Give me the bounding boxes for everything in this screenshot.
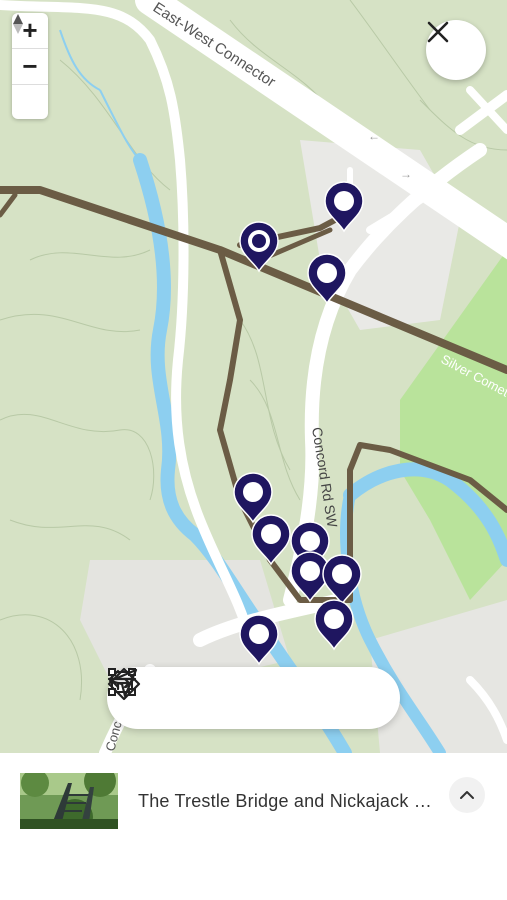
zoom-out-button[interactable]: − [12,49,48,84]
chevron-up-icon [460,791,474,799]
navigate-button[interactable] [108,668,274,719]
directions-button[interactable] [107,667,329,719]
map-toolbar [107,667,400,729]
close-x-icon [427,21,449,43]
compass-north-icon[interactable] [12,14,48,120]
arrow-right-icon [107,669,136,689]
select-area-button[interactable] [108,668,220,719]
map-view[interactable]: East-West Connector Concord Rd SW Concor… [0,0,507,753]
expand-sheet-button[interactable] [449,777,485,813]
trail-thumbnail-image[interactable] [20,773,118,829]
road-direction-arrow: → [400,167,412,181]
zoom-controls: + − [12,13,48,119]
next-button[interactable] [107,669,384,719]
map-app: East-West Connector Concord Rd SW Concor… [0,0,507,900]
map-canvas[interactable]: East-West Connector Concord Rd SW Concor… [0,0,507,753]
bottom-sheet[interactable]: The Trestle Bridge and Nickajack Creek [0,753,507,900]
close-button[interactable] [426,20,486,80]
road-direction-arrow: ← [368,129,380,143]
trail-title[interactable]: The Trestle Bridge and Nickajack Creek [138,791,438,812]
